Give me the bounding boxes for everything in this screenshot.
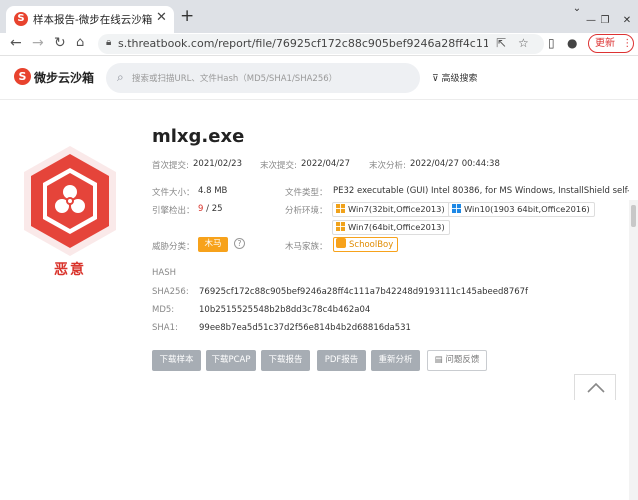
windows-icon bbox=[452, 204, 461, 213]
search-icon: ⌕ bbox=[117, 70, 124, 84]
more-icon: ⋮ bbox=[622, 38, 633, 49]
feedback-label: 问题反馈 bbox=[445, 355, 480, 365]
family-name: SchoolBoy bbox=[349, 240, 394, 250]
chevron-down-icon[interactable]: ⌄ bbox=[570, 2, 584, 16]
site-header: S 微步云沙箱 ⌕ 搜索或扫描URL、文件Hash（MD5/SHA1/SHA25… bbox=[0, 56, 638, 100]
hash-heading: HASH bbox=[152, 268, 176, 278]
env-name: Win7(32bit,Office2013) bbox=[348, 204, 445, 214]
advanced-search-link[interactable]: ⊽ 高级搜索 bbox=[432, 71, 477, 84]
file-type-label: 文件类型： bbox=[285, 188, 328, 198]
env-name: Win7(64bit,Office2013) bbox=[348, 222, 445, 232]
browser-tab[interactable]: S 样本报告-微步在线云沙箱 ✕ bbox=[6, 6, 174, 33]
update-label: 更新 bbox=[595, 38, 615, 49]
logo-icon[interactable]: S bbox=[14, 68, 31, 85]
file-size-label: 文件大小： bbox=[152, 188, 195, 198]
threat-class-label: 威胁分类： bbox=[152, 242, 195, 252]
engine-label: 引擎检出： bbox=[152, 206, 195, 216]
window-close-icon[interactable]: ✕ bbox=[620, 14, 634, 28]
scrollbar[interactable] bbox=[629, 200, 638, 500]
lock-icon: 🔒︎ bbox=[106, 37, 112, 48]
md5-label: MD5: bbox=[152, 305, 175, 315]
threat-class-badge[interactable]: 木马 bbox=[198, 237, 228, 252]
reload-icon[interactable]: ↻ bbox=[54, 35, 66, 51]
first-submit-label: 首次提交: bbox=[152, 161, 189, 171]
last-analysis-value: 2022/04/27 00:44:38 bbox=[410, 159, 500, 169]
last-analysis-label: 末次分析: bbox=[369, 161, 406, 171]
family-icon bbox=[336, 238, 346, 248]
profile-icon[interactable]: ● bbox=[567, 36, 577, 50]
back-to-top-button[interactable] bbox=[574, 374, 616, 400]
tab-title: 样本报告-微步在线云沙箱 bbox=[33, 14, 153, 26]
feedback-icon: ▤ bbox=[434, 355, 446, 365]
help-icon[interactable]: ? bbox=[234, 238, 245, 249]
windows-icon bbox=[336, 204, 345, 213]
md5-value[interactable]: 10b2515525548b2b8dd3c78c4b462a04 bbox=[199, 305, 370, 315]
env-name: Win10(1903 64bit,Office2016) bbox=[464, 204, 590, 214]
sha256-label: SHA256: bbox=[152, 287, 189, 297]
browser-toolbar: ← → ↻ ⌂ 🔒︎ s.threatbook.com/report/file/… bbox=[0, 33, 638, 56]
home-icon[interactable]: ⌂ bbox=[76, 35, 84, 50]
sha1-label: SHA1: bbox=[152, 323, 178, 333]
env-label: 分析环境： bbox=[285, 206, 328, 216]
maximize-icon[interactable]: ❐ bbox=[598, 14, 612, 28]
sha256-value[interactable]: 76925cf172c88c905bef9246a28ff4c111a7b422… bbox=[199, 287, 528, 297]
file-name: mlxg.exe bbox=[152, 126, 245, 147]
env-tag-win7-64[interactable]: Win7(64bit,Office2013) bbox=[332, 220, 450, 235]
report-main: 恶意 mlxg.exe 首次提交: 2021/02/23 末次提交: 2022/… bbox=[0, 100, 638, 500]
pdf-report-button[interactable]: PDF报告 bbox=[317, 350, 366, 371]
file-size-value: 4.8 MB bbox=[198, 186, 228, 196]
download-sample-button[interactable]: 下载样本 bbox=[152, 350, 201, 371]
url-text[interactable]: s.threatbook.com/report/file/76925cf172c… bbox=[118, 37, 488, 50]
new-tab-icon[interactable]: + bbox=[180, 6, 194, 26]
engine-total: 25 bbox=[211, 204, 223, 214]
update-button[interactable]: 更新 ⋮ bbox=[588, 34, 634, 53]
last-submit-value: 2022/04/27 bbox=[301, 159, 350, 169]
advanced-search-label: 高级搜索 bbox=[441, 74, 478, 84]
address-bar[interactable]: 🔒︎ s.threatbook.com/report/file/76925cf1… bbox=[98, 34, 544, 54]
sidebar-icon[interactable]: ▯ bbox=[548, 36, 555, 50]
family-label: 木马家族： bbox=[285, 242, 328, 252]
feedback-button[interactable]: ▤ 问题反馈 bbox=[427, 350, 487, 371]
forward-icon[interactable]: → bbox=[32, 35, 44, 51]
first-submit-value: 2021/02/23 bbox=[193, 159, 242, 169]
search-placeholder: 搜索或扫描URL、文件Hash（MD5/SHA1/SHA256） bbox=[132, 74, 338, 84]
chevron-up-icon bbox=[587, 382, 605, 393]
scrollbar-thumb[interactable] bbox=[631, 205, 636, 227]
search-input[interactable]: ⌕ 搜索或扫描URL、文件Hash（MD5/SHA1/SHA256） bbox=[106, 63, 420, 93]
logo-text[interactable]: 微步云沙箱 bbox=[34, 69, 94, 86]
file-type-value: PE32 executable (GUI) Intel 80386, for M… bbox=[333, 186, 629, 196]
family-tag[interactable]: SchoolBoy bbox=[333, 237, 399, 252]
sha1-value[interactable]: 99ee8b7ea5d51c37d2f56e814b4b2d68816da531 bbox=[199, 323, 411, 333]
tab-favicon-icon: S bbox=[14, 12, 28, 26]
download-report-button[interactable]: 下载报告 bbox=[261, 350, 310, 371]
engine-hits: 9 / 25 bbox=[198, 204, 223, 214]
last-submit-label: 末次提交: bbox=[260, 161, 297, 171]
minimize-icon[interactable]: — bbox=[584, 14, 598, 28]
verdict-label: 恶意 bbox=[54, 262, 86, 278]
tab-close-icon[interactable]: ✕ bbox=[156, 10, 167, 25]
env-tag-win7-32[interactable]: Win7(32bit,Office2013) bbox=[332, 202, 450, 217]
engine-separator: / bbox=[203, 204, 212, 214]
biohazard-icon bbox=[16, 142, 124, 260]
star-icon[interactable]: ☆ bbox=[518, 36, 529, 50]
back-icon[interactable]: ← bbox=[10, 35, 22, 51]
filter-icon: ⊽ bbox=[432, 74, 439, 84]
windows-icon bbox=[336, 222, 345, 231]
browser-titlebar: S 样本报告-微步在线云沙箱 ✕ + ⌄ — ❐ ✕ bbox=[0, 0, 638, 33]
share-icon[interactable]: ⇱ bbox=[496, 36, 506, 50]
download-pcap-button[interactable]: 下载PCAP bbox=[206, 350, 256, 371]
env-tag-win10-64[interactable]: Win10(1903 64bit,Office2016) bbox=[448, 202, 595, 217]
reanalyze-button[interactable]: 重新分析 bbox=[371, 350, 420, 371]
